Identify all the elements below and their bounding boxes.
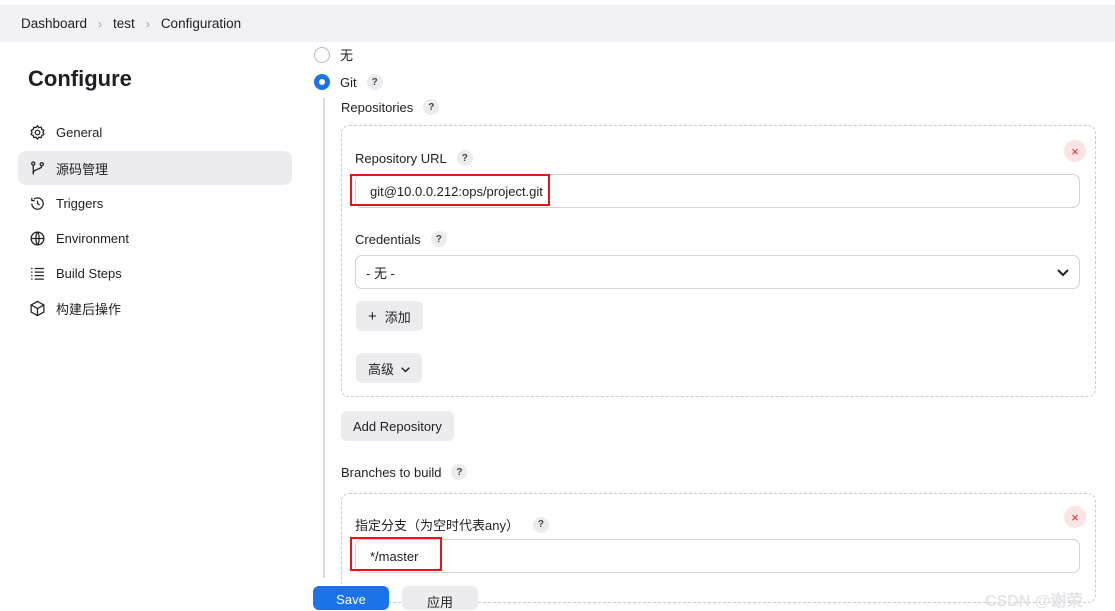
advanced-button[interactable]: 高级 [356,353,423,383]
branch-spec-label: 指定分支（为空时代表any） ? [355,515,549,534]
apply-label: 应用 [426,595,453,610]
help-icon[interactable]: ? [532,516,549,533]
box-icon [28,299,46,317]
add-credentials-button[interactable]: + 添加 [356,301,423,331]
repositories-label-text: Repositories [341,99,414,115]
repo-url-label-text: Repository URL [355,150,447,166]
page-title: Configure [28,66,132,91]
scm-option-none[interactable]: 无 [314,45,353,64]
chevron-right-icon: › [98,16,103,31]
sidebar-item-environment[interactable]: Environment [18,221,292,255]
scm-option-git-label: Git [340,74,357,90]
plus-icon: + [368,307,377,325]
repo-url-label: Repository URL ? [355,150,473,166]
sidebar-item-triggers[interactable]: Triggers [18,186,292,220]
breadcrumb: Dashboard › test › Configuration [0,5,1115,42]
gear-icon [28,123,46,141]
sidebar-item-label: Environment [56,230,129,246]
highlight-box [350,537,442,571]
save-button[interactable]: Save [313,586,389,610]
sidebar-item-post-build[interactable]: 构建后操作 [18,291,292,325]
sidebar-item-build-steps[interactable]: Build Steps [18,256,292,290]
help-icon[interactable]: ? [423,99,440,115]
sidebar-item-label: General [56,124,103,140]
add-repository-label: Add Repository [353,418,442,434]
chevron-down-icon [1057,265,1069,280]
branch-spec-input[interactable]: */master [355,539,1080,573]
sidebar-item-label: 源码管理 [56,161,109,177]
scm-option-none-label: 无 [340,48,354,63]
sidebar-item-label: Triggers [56,195,104,211]
sidebar-item-scm[interactable]: 源码管理 [18,151,292,185]
repositories-label: Repositories ? [341,99,440,115]
save-label: Save [336,592,366,607]
add-credentials-label: 添加 [384,309,411,325]
sidebar-item-label: 构建后操作 [56,301,122,317]
branches-label: Branches to build ? [341,464,468,480]
radio-none[interactable] [314,46,330,63]
help-icon[interactable]: ? [451,464,468,480]
remove-repository-button[interactable]: × [1064,140,1086,162]
advanced-label: 高级 [368,361,395,377]
sidebar-item-label: Build Steps [56,265,122,281]
branch-icon [28,159,46,177]
apply-button[interactable]: 应用 [402,586,478,610]
watermark: CSDN @谢荣 [985,593,1083,610]
help-icon[interactable]: ? [430,231,447,247]
scm-option-git[interactable]: Git ? [314,74,383,90]
branch-spec-label-text: 指定分支（为空时代表any） [355,518,519,533]
breadcrumb-dashboard[interactable]: Dashboard [21,16,87,31]
breadcrumb-configuration[interactable]: Configuration [161,16,241,31]
help-icon[interactable]: ? [366,74,383,90]
credentials-select[interactable]: - 无 - [355,255,1080,289]
highlight-box [350,174,550,206]
chevron-right-icon: › [145,16,150,31]
credentials-label-text: Credentials [355,231,421,247]
credentials-label: Credentials ? [355,231,447,247]
add-repository-button[interactable]: Add Repository [341,411,454,441]
clock-icon [28,194,46,212]
radio-git[interactable] [314,74,330,90]
branches-label-text: Branches to build [341,464,442,480]
breadcrumb-test[interactable]: test [113,16,135,31]
globe-icon [28,229,46,247]
list-icon [28,264,46,282]
credentials-value: - 无 - [366,265,395,281]
sidebar-item-general[interactable]: General [18,115,292,149]
chevron-down-icon [401,361,410,376]
section-divider [323,98,325,578]
remove-branch-button[interactable]: × [1064,506,1086,528]
help-icon[interactable]: ? [456,150,473,166]
